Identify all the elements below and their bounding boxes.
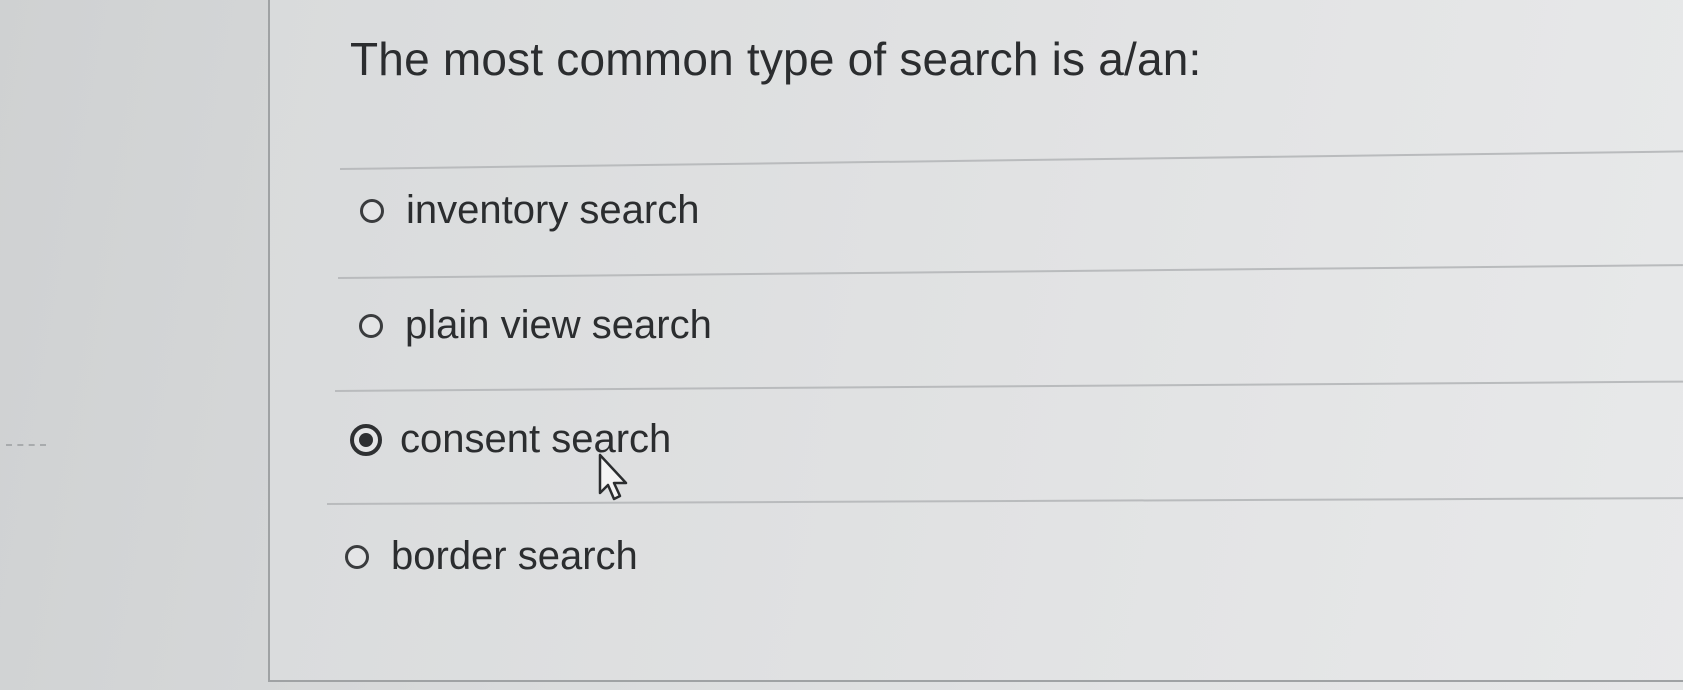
radio-filled-icon[interactable]	[350, 423, 382, 456]
screen: The most common type of search is a/an: …	[0, 0, 1683, 690]
question-text: The most common type of search is a/an:	[350, 33, 1202, 85]
mouse-pointer-icon	[598, 453, 628, 501]
option-label: plain view search	[405, 303, 712, 347]
option-border-search[interactable]: border search	[345, 534, 638, 579]
option-inventory-search[interactable]: inventory search	[360, 188, 699, 233]
left-edge-dash	[6, 444, 46, 446]
option-plain-view-search[interactable]: plain view search	[359, 303, 712, 348]
radio-empty-icon[interactable]	[345, 544, 369, 569]
radio-empty-icon[interactable]	[360, 198, 384, 223]
option-label: border search	[391, 534, 638, 578]
radio-empty-icon[interactable]	[359, 313, 383, 338]
option-label: inventory search	[406, 188, 700, 232]
radio-dot	[359, 432, 373, 447]
